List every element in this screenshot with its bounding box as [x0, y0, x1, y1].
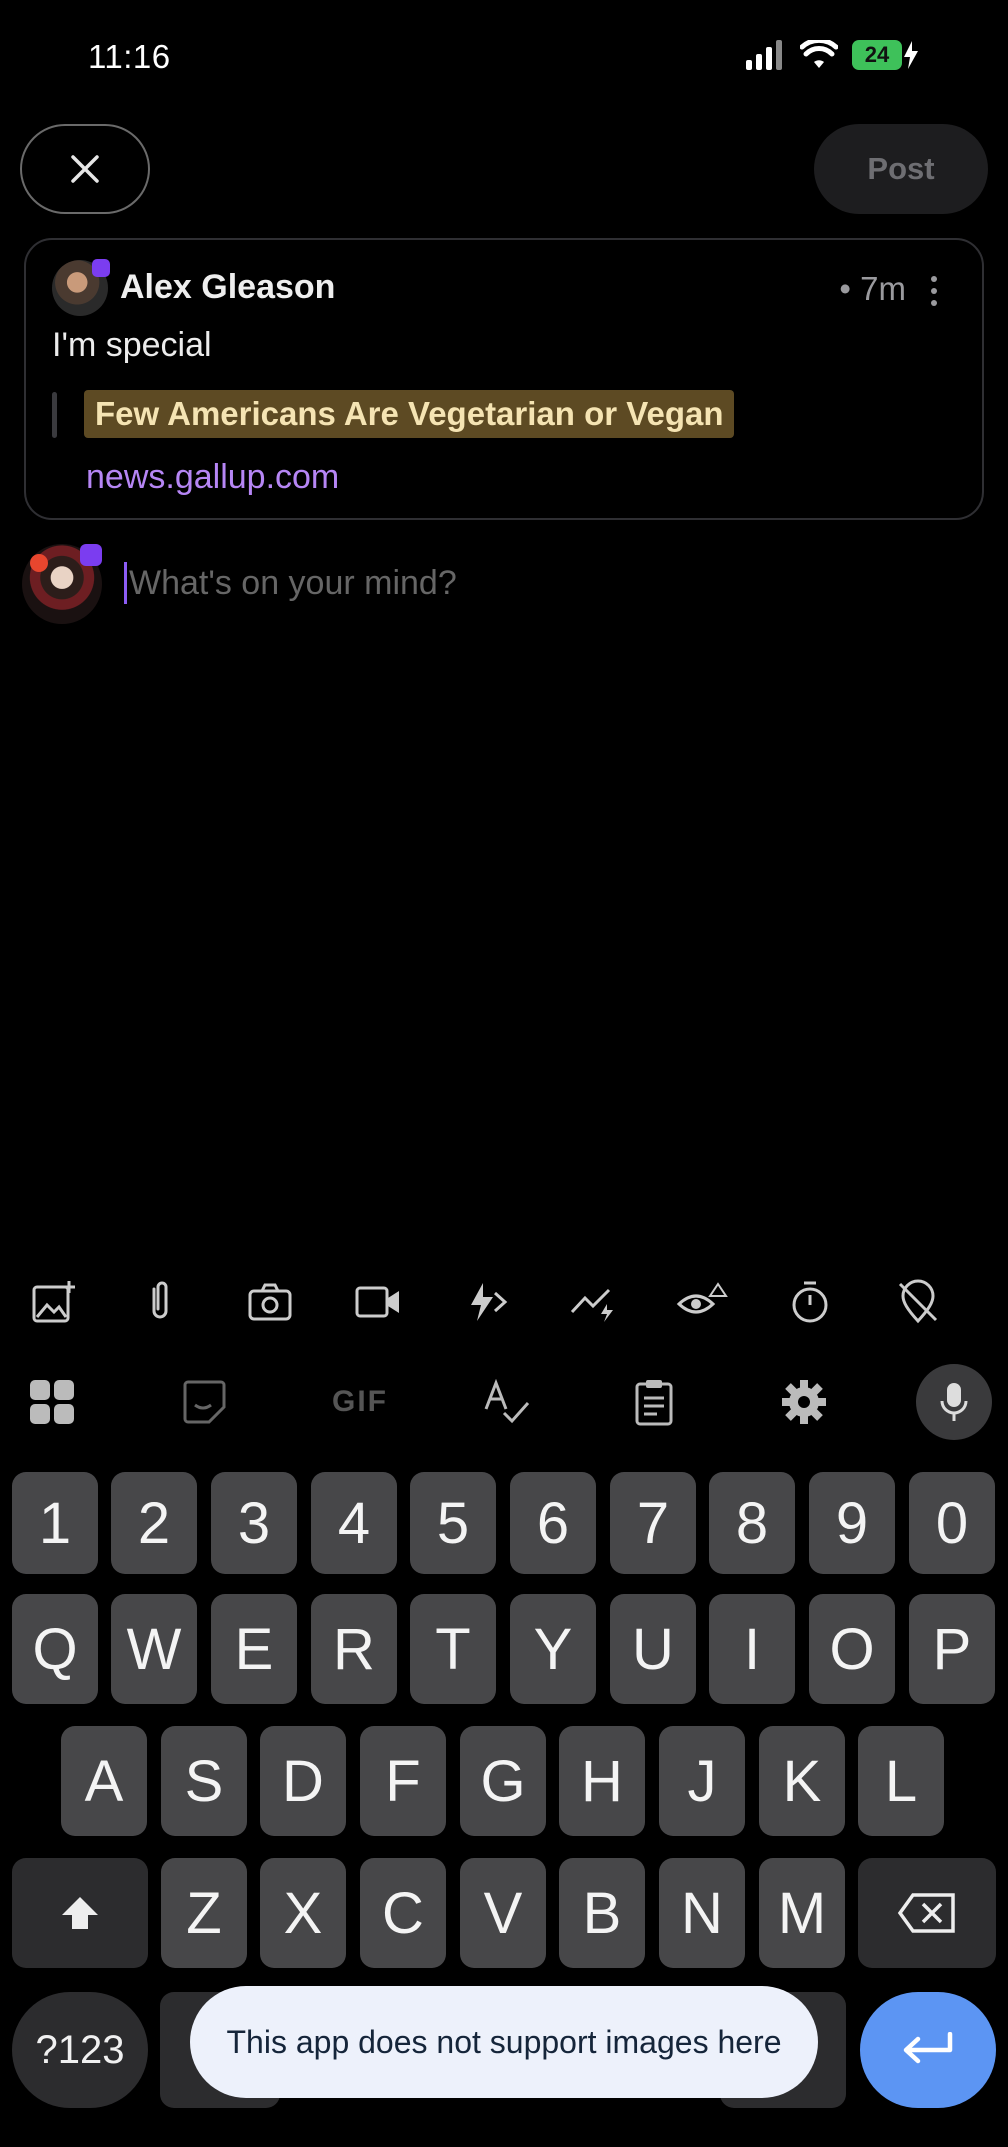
symbols-key[interactable]: ?123 — [12, 1992, 148, 2108]
key-t[interactable]: T — [410, 1594, 496, 1704]
compose-placeholder: What's on your mind? — [129, 563, 457, 602]
key-p[interactable]: P — [909, 1594, 995, 1704]
timer-icon[interactable] — [784, 1276, 836, 1328]
key-h[interactable]: H — [559, 1726, 645, 1836]
key-a[interactable]: A — [61, 1726, 147, 1836]
location-off-icon[interactable] — [892, 1276, 944, 1328]
key-i[interactable]: I — [709, 1594, 795, 1704]
add-image-icon[interactable] — [28, 1276, 80, 1328]
clipboard-icon[interactable] — [626, 1374, 682, 1430]
key-0[interactable]: 0 — [909, 1472, 995, 1574]
quoted-post-text: I'm special — [52, 326, 212, 364]
enter-icon — [903, 2032, 953, 2064]
status-time: 11:16 — [88, 38, 171, 75]
key-l[interactable]: L — [858, 1726, 944, 1836]
link-preview-title[interactable]: Few Americans Are Vegetarian or Vegan — [84, 390, 735, 438]
signal-icon — [746, 40, 782, 70]
camera-icon[interactable] — [244, 1276, 296, 1328]
key-n[interactable]: N — [659, 1858, 745, 1968]
battery-icon: 24 — [852, 40, 920, 70]
key-m[interactable]: M — [759, 1858, 845, 1968]
key-y[interactable]: Y — [510, 1594, 596, 1704]
sticker-icon[interactable] — [176, 1374, 232, 1430]
key-1[interactable]: 1 — [12, 1472, 98, 1574]
microphone-icon[interactable] — [916, 1364, 992, 1440]
apps-grid-icon[interactable] — [24, 1374, 80, 1430]
verified-badge-icon — [80, 544, 102, 566]
status-icons: 24 — [746, 40, 920, 70]
key-2[interactable]: 2 — [111, 1472, 197, 1574]
key-g[interactable]: G — [460, 1726, 546, 1836]
key-w[interactable]: W — [111, 1594, 197, 1704]
key-8[interactable]: 8 — [709, 1472, 795, 1574]
key-7[interactable]: 7 — [610, 1472, 696, 1574]
key-o[interactable]: O — [809, 1594, 895, 1704]
spellcheck-icon[interactable] — [478, 1374, 534, 1430]
key-3[interactable]: 3 — [211, 1472, 297, 1574]
wifi-icon — [800, 40, 838, 68]
key-e[interactable]: E — [211, 1594, 297, 1704]
post-button[interactable]: Post — [814, 124, 988, 214]
key-s[interactable]: S — [161, 1726, 247, 1836]
key-5[interactable]: 5 — [410, 1472, 496, 1574]
key-4[interactable]: 4 — [311, 1472, 397, 1574]
key-6[interactable]: 6 — [510, 1472, 596, 1574]
backspace-icon — [897, 1893, 955, 1933]
status-dot-icon — [30, 554, 48, 572]
status-bar: 11:16 24 — [0, 0, 1008, 110]
key-x[interactable]: X — [260, 1858, 346, 1968]
key-d[interactable]: D — [260, 1726, 346, 1836]
quoted-post-card[interactable]: Alex Gleason • 7m I'm special Few Americ… — [24, 238, 984, 520]
key-r[interactable]: R — [311, 1594, 397, 1704]
key-c[interactable]: C — [360, 1858, 446, 1968]
quoted-post-time: • 7m — [839, 270, 906, 307]
video-icon[interactable] — [352, 1276, 404, 1328]
compose-toolbar — [0, 1266, 1008, 1338]
key-u[interactable]: U — [610, 1594, 696, 1704]
keyboard-toolbar: GIF — [0, 1350, 1008, 1450]
shift-icon — [62, 1897, 98, 1929]
key-q[interactable]: Q — [12, 1594, 98, 1704]
compose-input[interactable]: What's on your mind? — [124, 558, 964, 608]
backspace-key[interactable] — [858, 1858, 996, 1968]
key-j[interactable]: J — [659, 1726, 745, 1836]
quote-bar — [52, 392, 57, 438]
key-v[interactable]: V — [460, 1858, 546, 1968]
trend-icon[interactable] — [568, 1276, 620, 1328]
close-icon — [71, 155, 99, 183]
close-button[interactable] — [20, 124, 150, 214]
key-z[interactable]: Z — [161, 1858, 247, 1968]
gif-label: GIF — [332, 1385, 388, 1418]
key-b[interactable]: B — [559, 1858, 645, 1968]
zap-icon[interactable] — [460, 1276, 512, 1328]
key-k[interactable]: K — [759, 1726, 845, 1836]
key-f[interactable]: F — [360, 1726, 446, 1836]
gif-icon[interactable]: GIF — [322, 1374, 398, 1430]
key-9[interactable]: 9 — [809, 1472, 895, 1574]
shift-key[interactable] — [12, 1858, 148, 1968]
attachment-icon[interactable] — [134, 1276, 186, 1328]
verified-badge-icon — [92, 259, 110, 277]
link-preview-domain[interactable]: news.gallup.com — [86, 458, 339, 497]
toast-message: This app does not support images here — [190, 1986, 818, 2098]
charging-icon — [904, 41, 918, 69]
settings-icon[interactable] — [776, 1374, 832, 1430]
battery-level: 24 — [852, 40, 902, 70]
text-caret — [124, 562, 127, 604]
enter-key[interactable] — [860, 1992, 996, 2108]
quoted-author-name[interactable]: Alex Gleason — [120, 268, 335, 307]
content-warning-icon[interactable] — [676, 1276, 728, 1328]
more-options-icon[interactable] — [930, 276, 938, 306]
